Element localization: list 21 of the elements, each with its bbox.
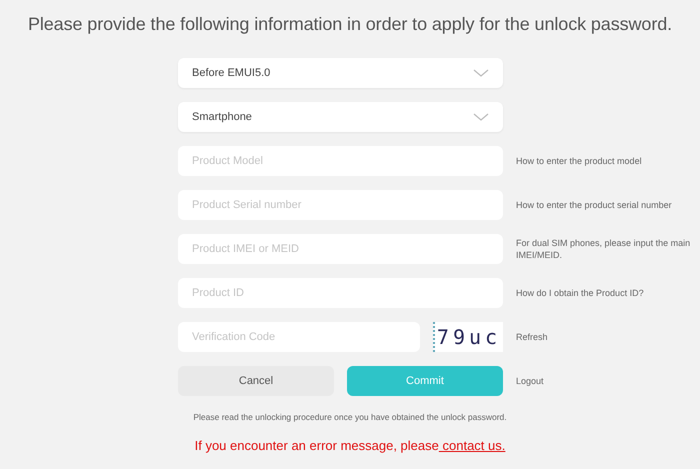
input-field[interactable]: Product IMEI or MEID: [178, 234, 503, 264]
chevron-icon: [473, 112, 489, 122]
help-link[interactable]: How do I obtain the Product ID?: [516, 287, 700, 299]
logout-link[interactable]: Logout: [516, 375, 700, 387]
input-field[interactable]: Verification Code: [178, 322, 420, 352]
refresh-link[interactable]: Refresh: [516, 331, 700, 343]
cancel-button[interactable]: Cancel: [178, 366, 334, 396]
dropdown-select[interactable]: Before EMUI5.0: [178, 58, 503, 88]
input-field[interactable]: Product Serial number: [178, 190, 503, 220]
dropdown-select[interactable]: Smartphone: [178, 102, 503, 132]
input-field[interactable]: Product ID: [178, 278, 503, 308]
contact-link[interactable]: contact us.: [438, 438, 506, 453]
instruction-note: Please read the unlocking procedure once you have obtained the unlock password.: [193, 412, 507, 422]
help-link[interactable]: How to enter the product serial number: [516, 199, 700, 211]
chevron-icon: [473, 68, 489, 78]
help-link[interactable]: How to enter the product model: [516, 155, 700, 167]
page-heading: Please provide the following information in order to apply for the unlock password.: [28, 14, 672, 35]
input-field[interactable]: Product Model: [178, 146, 503, 176]
captcha-image: 79uc: [433, 322, 503, 352]
help-link[interactable]: For dual SIM phones, please input the main IMEI/MEID.: [516, 237, 700, 261]
error-message: If you encounter an error message, please contact us.: [194, 438, 506, 453]
